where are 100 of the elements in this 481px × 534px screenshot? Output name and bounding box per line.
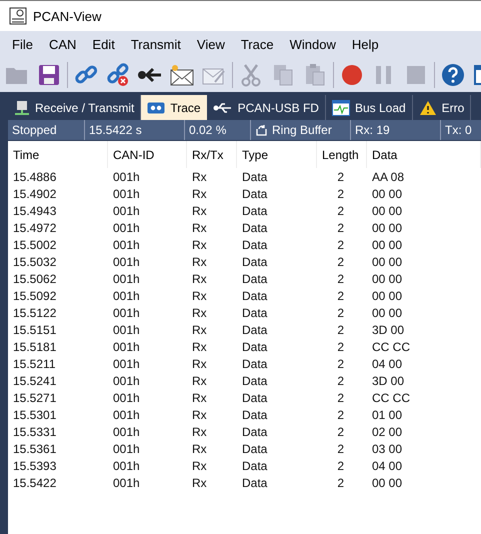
table-cell-text: 15.5181 — [12, 338, 58, 355]
table-cell-text: 15.5271 — [12, 390, 58, 406]
table-cell-text: Data — [241, 186, 268, 202]
table-cell-text: 15.5422 — [12, 474, 58, 491]
menu-item[interactable]: View — [188, 37, 233, 52]
table-cell-text: 001h — [112, 236, 141, 253]
status-field: Stopped — [8, 120, 85, 140]
table-cell-text: Data — [241, 356, 268, 372]
table-cell-text: 15.5002 — [12, 236, 58, 253]
table-cell-text: 2 — [336, 220, 345, 236]
table-cell-text: Data — [241, 202, 268, 219]
menu-item[interactable]: CAN — [40, 37, 84, 52]
table-cell-text: Rx — [191, 270, 208, 287]
table-cell-text: 00 00 — [371, 186, 404, 202]
table-cell-text: Data — [241, 270, 268, 287]
table-cell-text: 2 — [336, 288, 345, 304]
table-cell-text: 15.4886 — [12, 168, 58, 185]
table-cell-text: 2 — [336, 202, 345, 219]
usb-icon — [212, 102, 233, 114]
table-cell-text: Rx — [191, 424, 208, 440]
table-cell-text: Rx — [191, 322, 208, 338]
table-cell-text: Rx — [191, 220, 208, 236]
table-cell-text: Rx — [191, 236, 208, 253]
table-cell-text: Rx — [191, 168, 208, 185]
table-cell-text: 001h — [112, 338, 141, 355]
table-cell-text: 2 — [336, 390, 345, 406]
help-icon[interactable] — [439, 61, 467, 89]
table-cell-text: 2 — [336, 356, 345, 372]
table-cell-text: 2 — [336, 406, 345, 423]
table-cell-text: 15.4902 — [12, 186, 58, 202]
tab[interactable]: Trace — [141, 95, 207, 120]
table-cell-text: Data — [241, 440, 268, 457]
menu-item[interactable]: Help — [344, 37, 387, 52]
table-cell-text: Rx — [191, 406, 208, 423]
column-header[interactable]: Type — [237, 141, 317, 168]
table-cell-text: Data — [241, 338, 268, 355]
status-field: Ring Buffer — [272, 123, 332, 137]
menu-item[interactable]: Edit — [84, 37, 123, 52]
table-cell-text: Rx — [191, 390, 208, 406]
table-cell-text: 001h — [112, 304, 141, 321]
table-cell-text: 001h — [112, 458, 141, 474]
table-cell-text: 00 00 — [371, 220, 404, 236]
status-field: Rx: 19 — [351, 120, 441, 140]
table-cell-text: 001h — [112, 372, 141, 389]
table-cell-text: Rx — [191, 254, 208, 270]
table-cell-text: 001h — [112, 390, 141, 406]
table-cell-text: 04 00 — [371, 458, 404, 474]
table-cell-text: 00 00 — [371, 236, 404, 253]
table-cell-text: Data — [241, 288, 268, 304]
table-cell-text: 00 00 — [371, 270, 404, 287]
table-cell-text: 001h — [112, 424, 141, 440]
table-cell-text: 2 — [336, 322, 345, 338]
table-cell-text: 001h — [112, 202, 141, 219]
column-header[interactable]: CAN-ID — [108, 141, 187, 168]
table-cell-text: Data — [241, 168, 268, 185]
menu-item[interactable]: Transmit — [122, 37, 189, 52]
table-cell-text: Rx — [191, 356, 208, 372]
table-cell-text: Data — [241, 474, 268, 491]
table-cell-text: 15.4972 — [12, 220, 58, 236]
table-cell-text: 00 00 — [371, 288, 404, 304]
table-cell-text: 2 — [336, 338, 345, 355]
app-logo-icon — [9, 7, 27, 25]
table-cell-text: Data — [241, 372, 268, 389]
column-header[interactable]: Time — [8, 141, 108, 168]
warning-icon — [418, 100, 437, 116]
table-cell-text: 15.5151 — [12, 322, 58, 338]
table-cell-text: 15.5062 — [12, 270, 58, 287]
menu-item[interactable]: Trace — [232, 37, 282, 52]
menu-item[interactable]: File — [4, 37, 41, 52]
table-cell-text: Data — [241, 390, 268, 406]
window-title: PCAN-View — [33, 8, 102, 24]
table-cell-text: 15.5211 — [12, 356, 56, 372]
table-cell-text: 2 — [336, 270, 345, 287]
menu-item[interactable]: Window — [282, 37, 344, 52]
table-cell-text: 2 — [336, 440, 345, 457]
column-header[interactable]: Rx/Tx — [187, 141, 237, 168]
table-cell-text: 2 — [336, 186, 345, 202]
table-cell-text: 00 00 — [371, 474, 404, 491]
column-header[interactable]: Data — [367, 141, 481, 168]
table-cell-text: 001h — [112, 186, 141, 202]
column-header[interactable]: Length — [317, 141, 367, 168]
table-cell-text: Rx — [191, 288, 208, 304]
table-cell-text: 2 — [336, 372, 345, 389]
table-cell-text: 15.5092 — [12, 288, 58, 304]
table-cell-text: 03 00 — [371, 440, 404, 457]
table-cell-text: Rx — [191, 474, 208, 491]
table-cell-text: Data — [241, 424, 268, 440]
table-cell-text: CC CC — [371, 338, 411, 355]
table-cell-text: Rx — [191, 338, 208, 355]
status-field: 15.5422 s — [85, 120, 185, 140]
table-cell-text: 001h — [112, 168, 141, 185]
table-cell-text: Rx — [191, 186, 208, 202]
table-cell-text: 15.5301 — [12, 406, 58, 423]
table-cell-text: Rx — [191, 304, 208, 321]
table-cell-text: 15.5032 — [12, 254, 58, 270]
table-cell-text: Rx — [191, 372, 208, 389]
table-cell-text: Data — [241, 458, 268, 474]
table-cell-text: 00 00 — [371, 254, 404, 270]
table-cell-text: Data — [241, 236, 268, 253]
table-cell-text: 001h — [112, 254, 141, 270]
